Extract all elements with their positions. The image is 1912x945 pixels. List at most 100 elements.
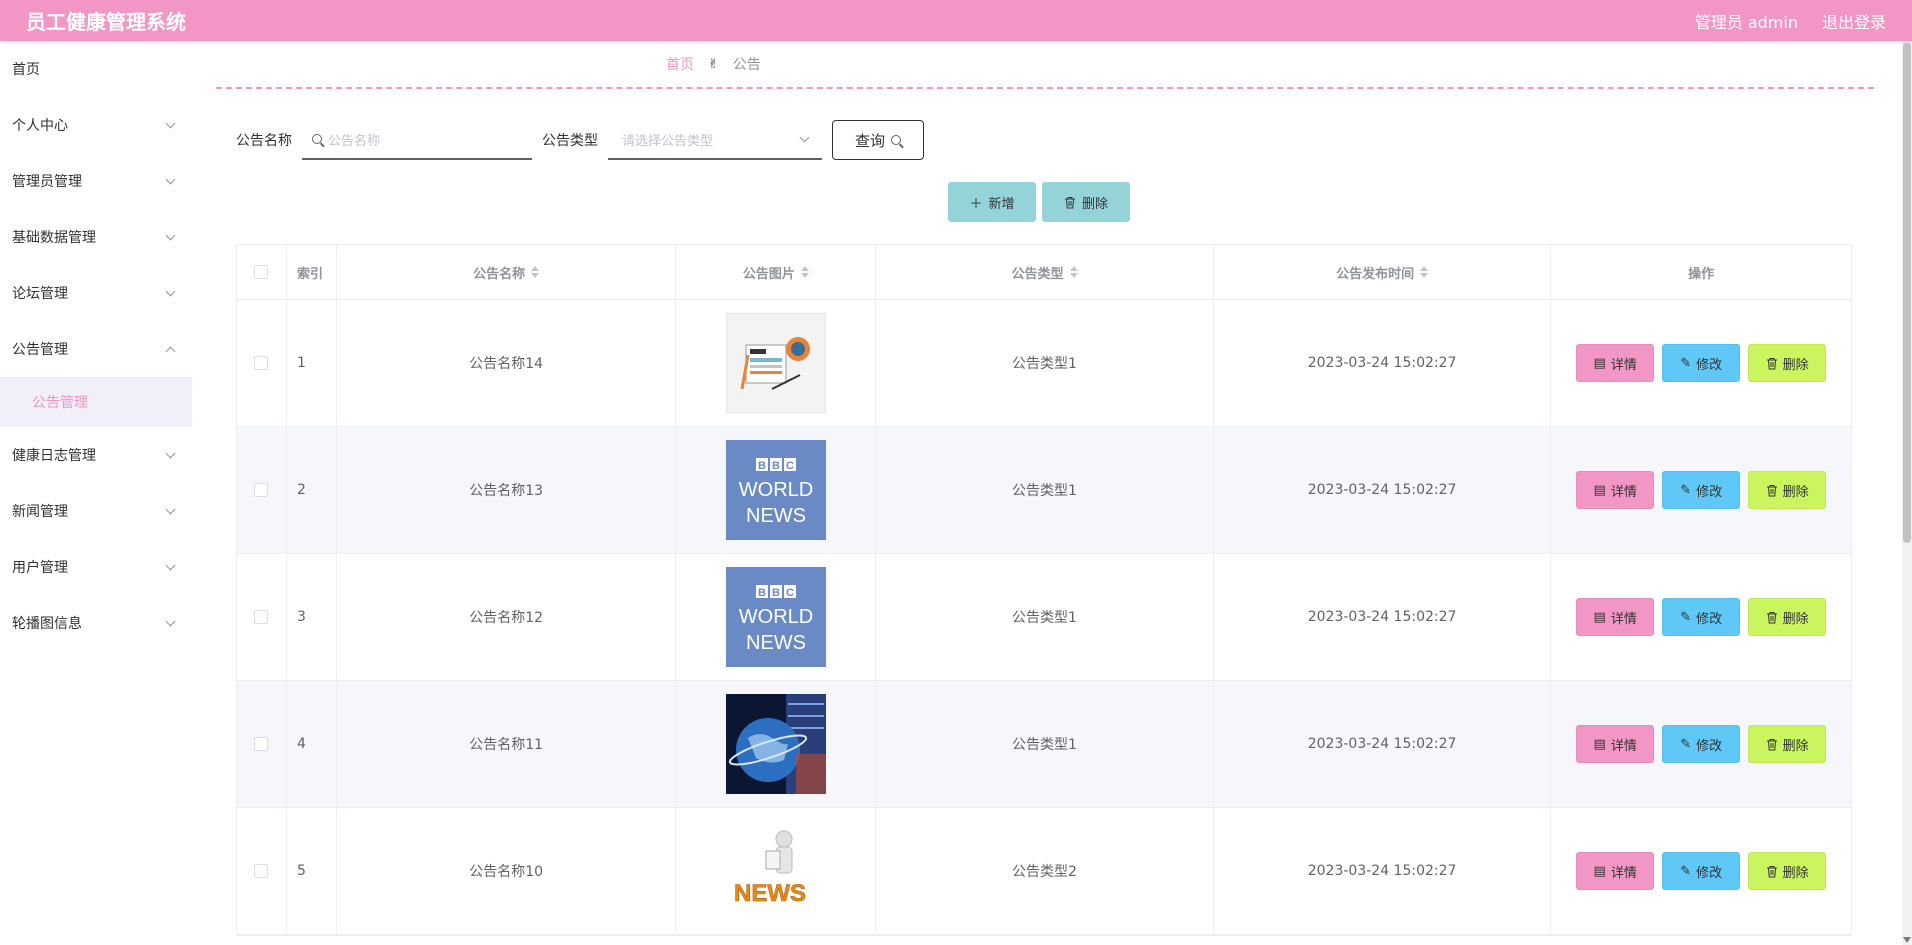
sidebar-item-carousel[interactable]: 轮播图信息 xyxy=(0,595,192,651)
delete-button[interactable]: 删除 xyxy=(1748,725,1827,763)
detail-button[interactable]: ▤ 详情 xyxy=(1576,852,1655,890)
sidebar-item-home[interactable]: 首页 xyxy=(0,41,192,97)
row-ops: ▤ 详情 ✎ 修改 删除 xyxy=(1551,427,1851,553)
logout-link[interactable]: 退出登录 xyxy=(1822,9,1886,33)
breadcrumb-home[interactable]: 首页 xyxy=(666,54,694,74)
sidebar-item-label: 管理员管理 xyxy=(12,174,82,190)
scrollbar-thumb[interactable] xyxy=(1903,43,1911,543)
row-checkbox-cell xyxy=(237,808,287,934)
detail-button[interactable]: ▤ 详情 xyxy=(1576,471,1655,509)
sort-icon[interactable] xyxy=(531,266,540,278)
table-row: 5 公告名称10 NEWS 公告类型2 2023-03-24 15:02:27 … xyxy=(237,808,1851,935)
edit-button[interactable]: ✎ 修改 xyxy=(1662,725,1741,763)
sort-icon[interactable] xyxy=(800,266,809,278)
plus-icon: ＋ xyxy=(969,196,983,212)
edit-button[interactable]: ✎ 修改 xyxy=(1662,598,1741,636)
add-button[interactable]: ＋ 新增 xyxy=(948,182,1036,222)
delete-button[interactable]: 删除 xyxy=(1748,852,1827,890)
chevron-down-icon xyxy=(165,174,176,184)
sidebar-item-users[interactable]: 用户管理 xyxy=(0,539,192,595)
name-filter-label: 公告名称 xyxy=(236,133,292,149)
search-icon xyxy=(312,134,322,144)
delete-label: 删除 xyxy=(1782,484,1809,500)
delete-label: 删除 xyxy=(1782,357,1809,373)
sidebar-item-forum[interactable]: 论坛管理 xyxy=(0,265,192,321)
row-checkbox[interactable] xyxy=(254,356,269,370)
edit-button[interactable]: ✎ 修改 xyxy=(1662,852,1741,890)
row-index: 4 xyxy=(287,681,337,807)
row-name: 公告名称10 xyxy=(337,808,677,934)
name-search-input[interactable]: 公告名称 xyxy=(302,120,532,160)
trash-icon xyxy=(1766,484,1777,496)
header-image[interactable]: 公告图片 xyxy=(676,245,877,299)
news-paper-icon[interactable] xyxy=(725,313,826,413)
globe-news-image[interactable] xyxy=(725,694,826,794)
query-button[interactable]: 查询 xyxy=(832,120,924,160)
bbc-world-news-logo[interactable]: B B C WORLD NEWS xyxy=(725,440,826,540)
row-time: 2023-03-24 15:02:27 xyxy=(1214,554,1552,680)
header-type-label: 公告类型 xyxy=(1011,266,1064,282)
detail-label: 详情 xyxy=(1610,738,1637,754)
row-checkbox-cell xyxy=(237,300,287,426)
svg-text:NEWS: NEWS xyxy=(746,505,806,527)
page-scrollbar[interactable] xyxy=(1902,41,1912,945)
pencil-icon: ✎ xyxy=(1680,609,1692,625)
delete-button[interactable]: 删除 xyxy=(1748,598,1827,636)
header-name[interactable]: 公告名称 xyxy=(337,245,677,299)
type-select[interactable]: 请选择公告类型 xyxy=(608,120,822,160)
scroll-down-arrow-icon[interactable] xyxy=(1903,937,1911,943)
trash-icon xyxy=(1766,738,1777,750)
row-checkbox[interactable] xyxy=(254,864,269,878)
table-row: 1 公告名称14 公告类型1 2023-03-24 15:02:27 ▤ 详情 … xyxy=(237,300,1851,427)
sort-icon[interactable] xyxy=(1069,266,1078,278)
chevron-down-icon xyxy=(165,448,176,458)
detail-button[interactable]: ▤ 详情 xyxy=(1576,725,1655,763)
row-checkbox[interactable] xyxy=(254,610,269,624)
svg-text:B: B xyxy=(758,460,766,472)
row-index: 3 xyxy=(287,554,337,680)
header-name-label: 公告名称 xyxy=(473,266,526,282)
sort-icon[interactable] xyxy=(1420,266,1429,278)
svg-text:B: B xyxy=(772,587,780,599)
table-header-row: 索引 公告名称 公告图片 公告类型 公告发布时间 操作 xyxy=(237,245,1851,300)
row-time: 2023-03-24 15:02:27 xyxy=(1214,808,1552,934)
row-checkbox[interactable] xyxy=(254,737,269,751)
detail-button[interactable]: ▤ 详情 xyxy=(1576,598,1655,636)
sidebar-item-health-log[interactable]: 健康日志管理 xyxy=(0,427,192,483)
document-icon: ▤ xyxy=(1593,609,1606,625)
edit-label: 修改 xyxy=(1696,865,1723,881)
query-button-label: 查询 xyxy=(854,131,885,150)
edit-button[interactable]: ✎ 修改 xyxy=(1662,471,1741,509)
app-title: 员工健康管理系统 xyxy=(26,10,186,34)
row-checkbox[interactable] xyxy=(254,483,269,497)
batch-delete-button[interactable]: 删除 xyxy=(1042,182,1130,222)
header-image-label: 公告图片 xyxy=(742,266,795,282)
row-type: 公告类型1 xyxy=(876,554,1214,680)
header-type[interactable]: 公告类型 xyxy=(876,245,1214,299)
delete-button[interactable]: 删除 xyxy=(1748,471,1827,509)
document-icon: ▤ xyxy=(1593,355,1606,371)
row-ops: ▤ 详情 ✎ 修改 删除 xyxy=(1551,681,1851,807)
row-type: 公告类型2 xyxy=(876,808,1214,934)
detail-button[interactable]: ▤ 详情 xyxy=(1576,344,1655,382)
delete-button[interactable]: 删除 xyxy=(1748,344,1827,382)
sidebar-item-label: 公告管理 xyxy=(12,342,68,358)
table-row: 2 公告名称13 B B C WORLD NEWS 公告类型1 2023-03-… xyxy=(237,427,1851,554)
sidebar-item-notice[interactable]: 公告管理 xyxy=(0,321,192,377)
svg-text:C: C xyxy=(786,587,794,599)
sidebar-item-admin-management[interactable]: 管理员管理 xyxy=(0,153,192,209)
search-bar: 公告名称 公告名称 公告类型 请选择公告类型 查询 xyxy=(236,120,924,160)
select-all-checkbox[interactable] xyxy=(254,265,269,279)
edit-label: 修改 xyxy=(1696,611,1723,627)
header-time[interactable]: 公告发布时间 xyxy=(1214,245,1552,299)
sidebar-item-basic-data[interactable]: 基础数据管理 xyxy=(0,209,192,265)
edit-button[interactable]: ✎ 修改 xyxy=(1662,344,1741,382)
bbc-world-news-logo[interactable]: B B C WORLD NEWS xyxy=(725,567,826,667)
sidebar-subitem-notice-management[interactable]: 公告管理 xyxy=(0,377,192,427)
news-3d-figure[interactable]: NEWS xyxy=(725,821,826,921)
chevron-down-icon xyxy=(165,560,176,570)
hand-icon: ✌ xyxy=(708,56,719,72)
sidebar-item-news[interactable]: 新闻管理 xyxy=(0,483,192,539)
sidebar-item-personal-center[interactable]: 个人中心 xyxy=(0,97,192,153)
document-icon: ▤ xyxy=(1593,482,1606,498)
